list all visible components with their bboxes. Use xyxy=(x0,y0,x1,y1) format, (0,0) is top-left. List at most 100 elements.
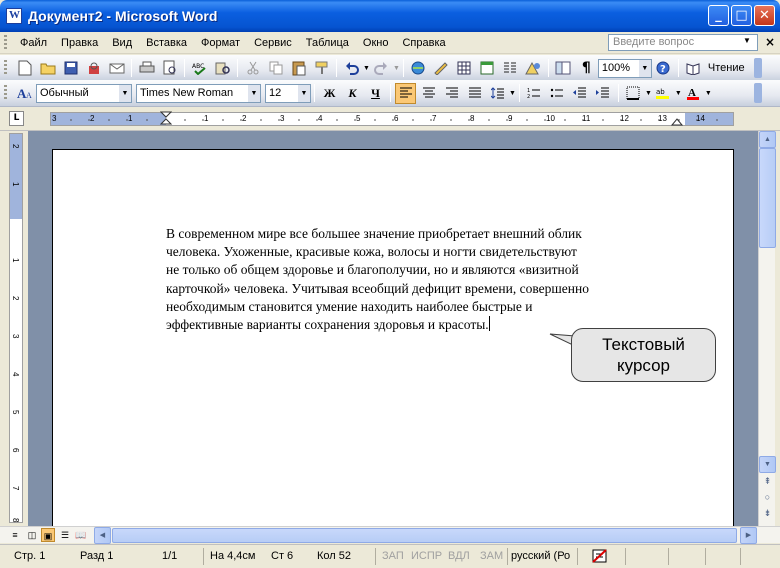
scroll-left-arrow-icon[interactable]: ◀ xyxy=(94,527,111,544)
email-icon[interactable] xyxy=(106,58,127,79)
status-track-changes[interactable]: ИСПР xyxy=(411,550,442,562)
menu-edit[interactable]: Правка xyxy=(54,37,105,49)
status-extend[interactable]: ВДЛ xyxy=(448,550,470,562)
document-close-icon[interactable]: × xyxy=(765,35,775,49)
permission-icon[interactable] xyxy=(83,58,104,79)
toolbar-grip[interactable] xyxy=(4,85,7,101)
menu-file[interactable]: Файл xyxy=(13,37,54,49)
web-view-icon[interactable]: ◫ xyxy=(25,528,39,542)
italic-button[interactable]: К xyxy=(342,83,363,104)
tables-borders-icon[interactable] xyxy=(431,58,452,79)
undo-dropdown-icon[interactable]: ▼ xyxy=(363,65,370,72)
document-map-icon[interactable] xyxy=(553,58,574,79)
menu-help[interactable]: Справка xyxy=(395,37,452,49)
research-icon[interactable] xyxy=(212,58,233,79)
help-icon[interactable]: ? xyxy=(653,58,674,79)
read-mode-button[interactable]: Чтение xyxy=(708,62,745,74)
open-folder-icon[interactable] xyxy=(37,58,58,79)
next-page-icon[interactable]: ⇟ xyxy=(759,506,776,523)
status-language[interactable]: русский (Ро xyxy=(511,550,570,562)
menu-grip[interactable] xyxy=(4,34,7,51)
menu-tools[interactable]: Сервис xyxy=(247,37,299,49)
status-record[interactable]: ЗАП xyxy=(382,550,404,562)
paste-icon[interactable] xyxy=(288,58,309,79)
select-browse-object-icon[interactable]: ○ xyxy=(759,490,776,507)
help-dropdown-icon[interactable]: ▼ xyxy=(743,36,751,45)
font-size-dropdown-icon[interactable]: ▼ xyxy=(298,84,310,102)
outline-view-icon[interactable]: ☰ xyxy=(58,528,72,542)
font-color-icon[interactable]: A xyxy=(683,83,704,104)
increase-indent-icon[interactable] xyxy=(593,83,614,104)
decrease-indent-icon[interactable] xyxy=(570,83,591,104)
highlight-dropdown-icon[interactable]: ▼ xyxy=(675,90,682,97)
show-formatting-icon[interactable]: ¶ xyxy=(576,58,597,79)
status-overtype[interactable]: ЗАМ xyxy=(480,550,503,562)
bold-button[interactable]: Ж xyxy=(319,83,340,104)
copy-icon[interactable] xyxy=(265,58,286,79)
scroll-up-arrow-icon[interactable]: ▲ xyxy=(759,131,776,148)
save-icon[interactable] xyxy=(60,58,81,79)
toolbar-grip[interactable] xyxy=(4,60,7,76)
line-spacing-dropdown-icon[interactable]: ▼ xyxy=(509,90,516,97)
scroll-right-arrow-icon[interactable]: ▶ xyxy=(740,527,757,544)
menu-format[interactable]: Формат xyxy=(194,37,247,49)
vertical-ruler[interactable]: 2 1 1 2 3 4 5 6 7 8 xyxy=(9,133,23,523)
previous-page-icon[interactable]: ⇞ xyxy=(759,474,776,491)
align-right-icon[interactable] xyxy=(441,83,462,104)
word-app-icon[interactable] xyxy=(6,8,22,24)
spelling-status-icon[interactable] xyxy=(592,548,610,567)
scroll-down-arrow-icon[interactable]: ▼ xyxy=(759,456,776,473)
right-indent-marker[interactable] xyxy=(671,118,683,126)
line-spacing-icon[interactable] xyxy=(487,83,508,104)
toolbar-options-icon[interactable] xyxy=(754,58,762,78)
vertical-scrollbar[interactable]: ▲ ▼ ⇞ ○ ⇟ xyxy=(758,131,776,526)
toolbar-options-icon[interactable] xyxy=(754,83,762,103)
maximize-button[interactable]: □ xyxy=(731,5,752,26)
minimize-button[interactable]: _ xyxy=(708,5,729,26)
new-document-icon[interactable] xyxy=(14,58,35,79)
normal-view-icon[interactable]: ≡ xyxy=(8,528,22,542)
menu-window[interactable]: Окно xyxy=(356,37,396,49)
horizontal-ruler[interactable]: 3 2 1 1 2 3 4 5 6 7 8 9 10 11 12 13 14 xyxy=(50,111,734,126)
font-dropdown-icon[interactable]: ▼ xyxy=(248,84,260,102)
vertical-scroll-thumb[interactable] xyxy=(759,148,776,248)
zoom-select[interactable]: 100% ▼ xyxy=(597,58,652,78)
hyperlink-icon[interactable] xyxy=(408,58,429,79)
bullets-icon[interactable] xyxy=(547,83,568,104)
font-size-select[interactable]: 12 ▼ xyxy=(265,83,311,103)
read-mode-icon[interactable] xyxy=(683,58,704,79)
borders-icon[interactable] xyxy=(623,83,644,104)
print-layout-view-icon[interactable]: ▣ xyxy=(41,528,55,542)
style-select[interactable]: Обычный ▼ xyxy=(36,83,132,103)
menu-table[interactable]: Таблица xyxy=(299,37,356,49)
spelling-icon[interactable]: ABC xyxy=(189,58,210,79)
numbering-icon[interactable]: 12 xyxy=(524,83,545,104)
drawing-icon[interactable] xyxy=(523,58,544,79)
tab-selector[interactable]: L xyxy=(9,111,24,126)
cut-icon[interactable] xyxy=(242,58,263,79)
redo-icon[interactable] xyxy=(371,58,392,79)
document-body[interactable]: В современном мире все большее значение … xyxy=(166,225,686,334)
reading-view-icon[interactable]: 📖 xyxy=(74,528,88,542)
styles-pane-icon[interactable]: AA xyxy=(14,83,35,104)
style-dropdown-icon[interactable]: ▼ xyxy=(119,84,131,102)
horizontal-scroll-thumb[interactable] xyxy=(112,528,737,543)
print-preview-icon[interactable] xyxy=(159,58,180,79)
help-question-input[interactable]: Введите вопрос xyxy=(608,34,758,51)
format-painter-icon[interactable] xyxy=(311,58,332,79)
font-color-dropdown-icon[interactable]: ▼ xyxy=(705,90,712,97)
columns-icon[interactable] xyxy=(500,58,521,79)
align-center-icon[interactable] xyxy=(418,83,439,104)
highlight-icon[interactable]: ab xyxy=(653,83,674,104)
align-left-icon[interactable] xyxy=(395,82,416,104)
redo-dropdown-icon[interactable]: ▼ xyxy=(393,65,400,72)
insert-table-icon[interactable] xyxy=(454,58,475,79)
borders-dropdown-icon[interactable]: ▼ xyxy=(645,90,652,97)
undo-icon[interactable] xyxy=(341,58,362,79)
underline-button[interactable]: Ч xyxy=(365,83,386,104)
first-line-indent-marker[interactable] xyxy=(160,111,172,125)
menu-insert[interactable]: Вставка xyxy=(139,37,194,49)
justify-icon[interactable] xyxy=(464,83,485,104)
insert-excel-icon[interactable] xyxy=(477,58,498,79)
menu-view[interactable]: Вид xyxy=(105,37,139,49)
